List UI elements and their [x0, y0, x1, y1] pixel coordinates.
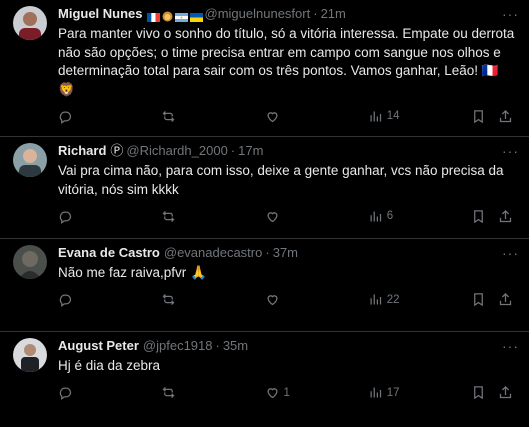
bookmark-icon[interactable]: [471, 109, 486, 124]
author-handle[interactable]: @evanadecastro: [164, 245, 262, 261]
separator: ·: [313, 6, 318, 21]
tweet-text: Hj é dia da zebra: [58, 358, 161, 373]
like-button[interactable]: [265, 109, 335, 124]
author-name[interactable]: Miguel Nunes: [58, 6, 143, 22]
argentina-flag-icon: [174, 10, 188, 22]
timestamp[interactable]: 35m: [223, 338, 248, 354]
reply-button[interactable]: [58, 109, 128, 124]
timestamp[interactable]: 21m: [321, 6, 346, 22]
separator: ·: [265, 245, 270, 260]
heart-icon: [266, 388, 278, 399]
tweet-text: Para manter vivo o sonho do título, só a…: [58, 26, 515, 97]
retweet-button[interactable]: [161, 385, 231, 400]
share-icon[interactable]: [498, 385, 513, 400]
timestamp[interactable]: 17m: [238, 143, 263, 159]
reply-icon: [59, 110, 72, 124]
author-name[interactable]: Evana de Castro: [58, 245, 160, 261]
views-count: 22: [386, 293, 400, 306]
separator: ·: [230, 143, 236, 158]
views-count: 14: [386, 110, 400, 122]
tweet-extra-actions: [471, 385, 513, 400]
more-options-icon[interactable]: ···: [502, 245, 519, 261]
views-count: 17: [386, 386, 400, 399]
views-button[interactable]: 17: [368, 385, 438, 400]
reply-button[interactable]: [58, 209, 128, 224]
avatar[interactable]: [13, 143, 47, 177]
heart-icon: [266, 111, 278, 122]
author-name[interactable]: Richard: [58, 143, 106, 159]
heart-icon: [266, 295, 278, 306]
tweet-actions: 1 17: [58, 382, 517, 404]
tweet[interactable]: August Peter @jpfec1918 · 35m ··· Hj é d…: [0, 332, 529, 427]
views-icon: [370, 111, 381, 121]
more-options-icon[interactable]: ···: [502, 6, 519, 22]
tweet-text: Não me faz raiva,pfvr 🙏: [58, 265, 207, 280]
parody-badge-icon: Ⓟ: [110, 143, 124, 158]
author-handle[interactable]: @Richardh_2000: [126, 143, 227, 159]
retweet-button[interactable]: [161, 209, 231, 224]
like-button[interactable]: 1: [265, 385, 335, 400]
bookmark-icon[interactable]: [471, 385, 486, 400]
timestamp[interactable]: 37m: [273, 245, 298, 261]
retweet-button[interactable]: [161, 292, 231, 307]
reply-icon: [59, 210, 72, 224]
ukraine-flag-icon: [189, 10, 203, 22]
bookmark-icon[interactable]: [471, 209, 486, 224]
reply-button[interactable]: [58, 385, 128, 400]
share-icon[interactable]: [498, 292, 513, 307]
heart-icon: [266, 211, 278, 222]
separator: ·: [215, 338, 220, 353]
reply-icon: [59, 387, 72, 400]
like-count: 1: [283, 386, 290, 399]
bookmark-icon[interactable]: [471, 292, 486, 307]
like-button[interactable]: [265, 209, 335, 224]
views-icon: [370, 387, 381, 398]
avatar[interactable]: [13, 245, 47, 279]
tweet-extra-actions: [471, 109, 513, 124]
retweet-icon: [162, 210, 175, 222]
tweet-text: Vai pra cima não, para com isso, deixe a…: [58, 163, 504, 197]
like-button[interactable]: [265, 292, 335, 307]
share-icon[interactable]: [498, 209, 513, 224]
retweet-icon: [162, 294, 175, 305]
views-icon: [370, 211, 381, 221]
reply-icon: [59, 294, 72, 307]
tweet-actions: 14: [58, 105, 517, 127]
views-button[interactable]: 22: [368, 292, 438, 307]
views-icon: [370, 294, 381, 305]
more-options-icon[interactable]: ···: [502, 338, 519, 354]
retweet-icon: [162, 387, 175, 398]
tweet-actions: 22: [58, 289, 517, 311]
tweet[interactable]: Richard Ⓟ @Richardh_2000 · 17m ··· Vai p…: [0, 137, 529, 239]
tweet-actions: 6: [58, 205, 517, 227]
views-button[interactable]: 14: [368, 109, 438, 124]
tweet-extra-actions: [471, 209, 513, 224]
author-handle[interactable]: @miguelnunesfort: [205, 6, 311, 22]
tweet[interactable]: Miguel Nunes @miguelnunesfort · 21m ··· …: [0, 0, 529, 137]
tweet[interactable]: Evana de Castro @evanadecastro · 37m ···…: [0, 239, 529, 332]
reply-button[interactable]: [58, 292, 128, 307]
tweet-extra-actions: [471, 292, 513, 307]
author-name[interactable]: August Peter: [58, 338, 139, 354]
share-icon[interactable]: [498, 109, 513, 124]
retweet-icon: [162, 110, 175, 122]
france-flag-icon: [146, 10, 160, 22]
retweet-button[interactable]: [161, 109, 231, 124]
lion-emoji-icon: [162, 10, 173, 21]
avatar[interactable]: [13, 6, 47, 40]
author-handle[interactable]: @jpfec1918: [143, 338, 213, 354]
more-options-icon[interactable]: ···: [502, 143, 519, 159]
avatar[interactable]: [13, 338, 47, 372]
views-count: 6: [386, 210, 394, 222]
views-button[interactable]: 6: [368, 209, 438, 224]
